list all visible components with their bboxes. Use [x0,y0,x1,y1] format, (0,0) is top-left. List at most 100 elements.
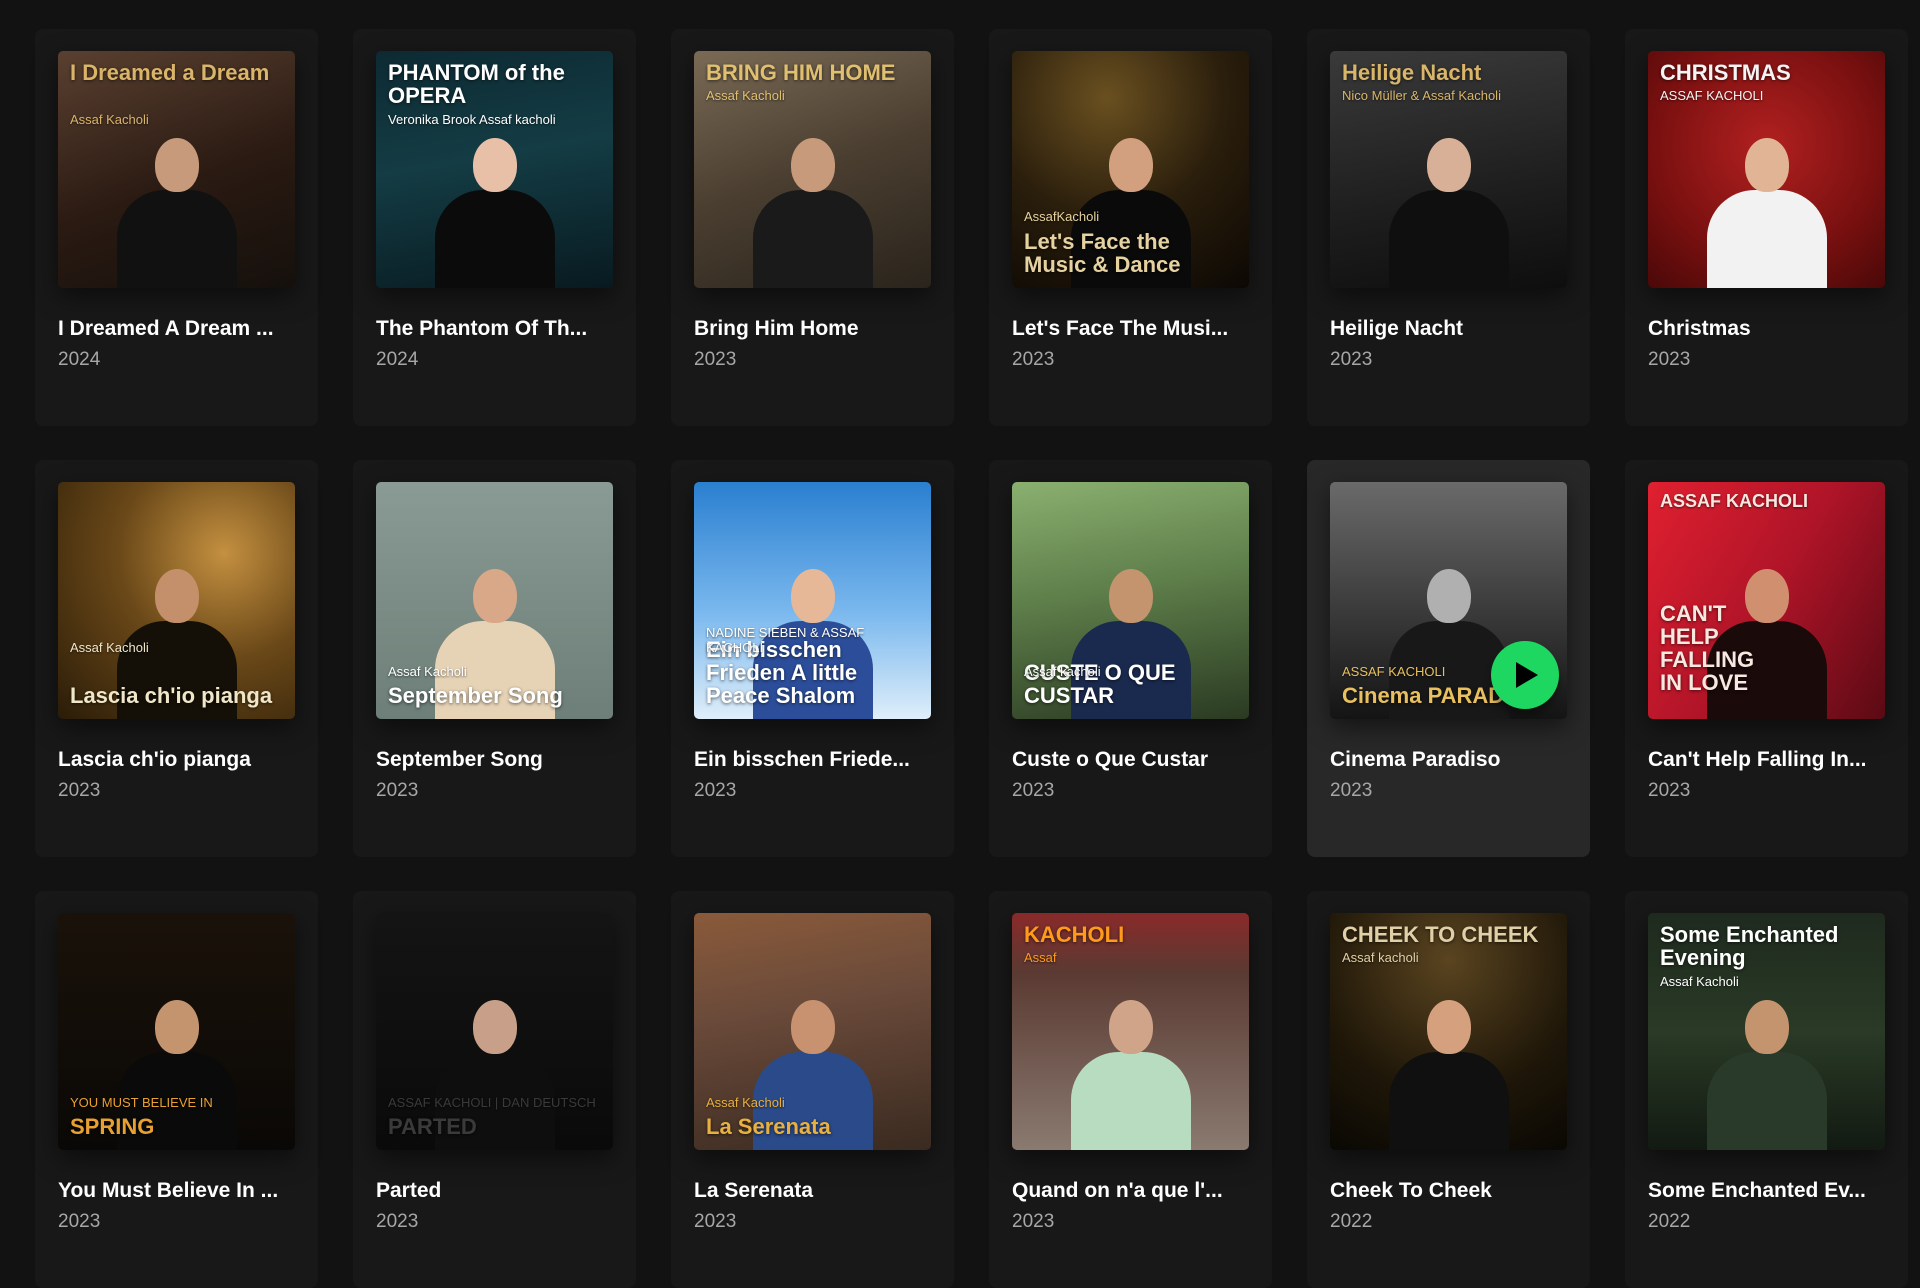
cover-title-text: PHANTOM of the OPERA [388,60,565,109]
album-title[interactable]: Heilige Nacht [1330,316,1567,342]
figure-head [1108,569,1153,623]
album-title[interactable]: Bring Him Home [694,316,931,342]
album-year: 2023 [694,1211,737,1232]
album-card[interactable]: CUSTE O QUE CUSTAR Assaf kacholi Custe o Q… [989,460,1272,857]
figure-body [1388,1052,1509,1150]
album-cover-image[interactable]: CUSTE O QUE CUSTAR Assaf kacholi [1012,482,1249,719]
album-title[interactable]: Cinema Paradiso [1330,747,1567,773]
figure-head [1744,138,1789,192]
album-title[interactable]: Ein bisschen Friede... [694,747,931,773]
album-title[interactable]: You Must Believe In ... [58,1178,295,1204]
album-year: 2023 [376,1211,419,1232]
cover-artist-text: AssafKacholi [1024,208,1100,224]
album-cover-image[interactable]: PHANTOM of the OPERA Veronika Brook Assaf… [376,51,613,288]
album-cover-image[interactable]: SPRING YOU MUST BELIEVE IN [58,913,295,1150]
album-cover-image[interactable]: Lascia ch'io pianga Assaf Kacholi [58,482,295,719]
cover-title-text: Let's Face the Music & Dance [1024,228,1181,277]
cover-artist-text: ASSAF KACHOLI [1660,491,1808,511]
album-cover-image[interactable]: I Dreamed a Dream Assaf Kacholi [58,51,295,288]
cover-artist-text: Assaf Kacholi [388,663,467,679]
album-card[interactable]: SPRING YOU MUST BELIEVE IN You Must Believ… [35,891,318,1288]
album-year: 2023 [1012,780,1055,801]
album-cover-image[interactable]: September Song Assaf Kacholi [376,482,613,719]
album-cover-image[interactable]: Heilige Nacht Nico Müller & Assaf Kacholi [1330,51,1567,288]
cover-artist-figure [116,128,237,288]
figure-head [790,569,835,623]
album-card[interactable]: PARTED ASSAF KACHOLI | DAN DEUTSCH Parted 2… [353,891,636,1288]
album-year: 2023 [1648,780,1691,801]
album-card[interactable]: BRING HIM HOME Assaf Kacholi Bring Him Hom… [671,29,954,426]
album-year: 2024 [376,349,419,370]
album-title[interactable]: September Song [376,747,613,773]
cover-artist-text: Veronika Brook Assaf kacholi [388,112,556,127]
cover-title-text: September Song [388,682,563,708]
album-year: 2022 [1648,1211,1691,1232]
album-title[interactable]: Let's Face The Musi... [1012,316,1249,342]
album-cover-image[interactable]: CHRISTMAS ASSAF KACHOLI [1648,51,1885,288]
cover-title-text: CHEEK TO CHEEK [1342,922,1539,947]
album-cover-image[interactable]: CAN'T HELP FALLING IN LOVE ASSAF KACHOLI [1648,482,1885,719]
album-title[interactable]: The Phantom Of Th... [376,316,613,342]
album-card[interactable]: CHRISTMAS ASSAF KACHOLI Christmas 2023 [1625,29,1908,426]
album-card[interactable]: September Song Assaf Kacholi September Son… [353,460,636,857]
figure-head [154,1000,199,1054]
cover-title-text: SPRING [70,1113,155,1139]
figure-head [790,1000,835,1054]
album-title[interactable]: Cheek To Cheek [1330,1178,1567,1204]
figure-head [1108,138,1153,192]
album-title[interactable]: Christmas [1648,316,1885,342]
album-card[interactable]: Lascia ch'io pianga Assaf Kacholi Lascia c… [35,460,318,857]
album-cover-image[interactable]: Ein bisschen Frieden A little Peace Shal… [694,482,931,719]
album-cover-image[interactable]: Some Enchanted Evening Assaf Kacholi [1648,913,1885,1150]
album-cover-image[interactable]: Cinema PARADISO ASSAF KACHOLI [1330,482,1567,719]
album-card[interactable]: Some Enchanted Evening Assaf Kacholi Some … [1625,891,1908,1288]
figure-head [790,138,835,192]
album-cover-image[interactable]: PARTED ASSAF KACHOLI | DAN DEUTSCH [376,913,613,1150]
album-title[interactable]: Custe o Que Custar [1012,747,1249,773]
figure-head [1426,1000,1471,1054]
cover-title-text: CHRISTMAS [1660,60,1791,85]
album-year: 2023 [1330,349,1373,370]
album-cover-image[interactable]: BRING HIM HOME Assaf Kacholi [694,51,931,288]
cover-artist-text: Assaf Kacholi [1660,974,1739,989]
cover-title-text: BRING HIM HOME [706,60,896,85]
cover-artist-figure [1706,990,1827,1150]
cover-title-text: La Serenata [706,1113,831,1139]
album-card[interactable]: Heilige Nacht Nico Müller & Assaf Kacholi… [1307,29,1590,426]
album-card[interactable]: Let's Face the Music & Dance AssafKacholi… [989,29,1272,426]
album-title[interactable]: Some Enchanted Ev... [1648,1178,1885,1204]
cover-title-text: KACHOLI [1024,922,1125,947]
album-card[interactable]: CAN'T HELP FALLING IN LOVE ASSAF KACHOLI C… [1625,460,1908,857]
figure-head [472,138,517,192]
cover-title-text: PARTED [388,1113,477,1139]
album-title[interactable]: Can't Help Falling In... [1648,747,1885,773]
album-cover-image[interactable]: CHEEK TO CHEEK Assaf kacholi [1330,913,1567,1150]
figure-head [1108,1000,1153,1054]
album-grid: I Dreamed a Dream Assaf Kacholi I Dreamed … [35,29,1908,1288]
album-card[interactable]: Ein bisschen Frieden A little Peace Shal… [671,460,954,857]
cover-artist-text: Assaf kacholi [1024,663,1101,679]
figure-body [1388,190,1509,288]
album-card[interactable]: Cinema PARADISO ASSAF KACHOLI Cinema Parad… [1307,460,1590,857]
album-title[interactable]: Quand on n'a que l'... [1012,1178,1249,1204]
cover-artist-figure [434,128,555,288]
cover-title-text: Some Enchanted Evening [1660,922,1839,971]
album-card[interactable]: PHANTOM of the OPERA Veronika Brook Assaf… [353,29,636,426]
album-card[interactable]: KACHOLI Assaf Quand on n'a que l'... 2023 [989,891,1272,1288]
figure-body [1706,190,1827,288]
album-card[interactable]: La Serenata Assaf Kacholi La Serenata 2023 [671,891,954,1288]
album-cover-image[interactable]: KACHOLI Assaf [1012,913,1249,1150]
figure-head [1426,138,1471,192]
album-title[interactable]: I Dreamed A Dream ... [58,316,295,342]
album-cover-image[interactable]: La Serenata Assaf Kacholi [694,913,931,1150]
album-title[interactable]: Lascia ch'io pianga [58,747,295,773]
album-title[interactable]: La Serenata [694,1178,931,1204]
cover-artist-figure [752,128,873,288]
album-year: 2023 [376,780,419,801]
cover-artist-figure [1706,128,1827,288]
album-cover-image[interactable]: Let's Face the Music & Dance AssafKacholi [1012,51,1249,288]
album-card[interactable]: I Dreamed a Dream Assaf Kacholi I Dreamed … [35,29,318,426]
album-card[interactable]: CHEEK TO CHEEK Assaf kacholi Cheek To Chee… [1307,891,1590,1288]
album-title[interactable]: Parted [376,1178,613,1204]
play-button[interactable] [1491,641,1559,709]
